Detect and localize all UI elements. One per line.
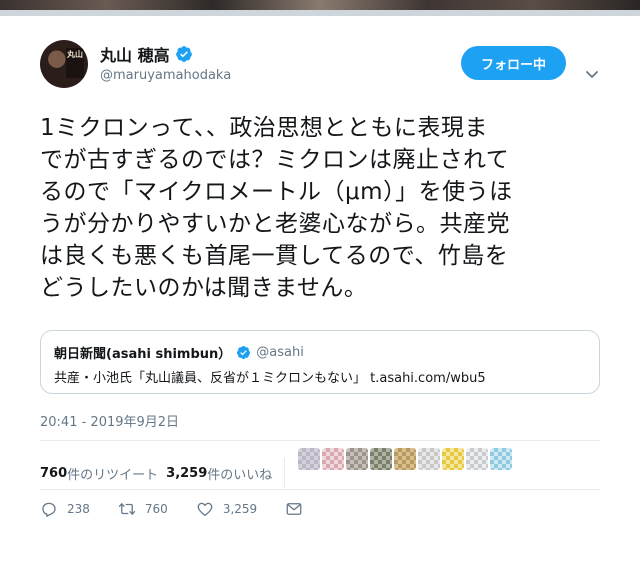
direct-message-button[interactable]	[285, 500, 312, 518]
liker-avatar[interactable]	[394, 448, 416, 470]
tweet-line: るので「マイクロメートル（μm）」を使うほ	[40, 179, 513, 205]
like-label[interactable]: 件のいいね	[207, 464, 272, 483]
quoted-author-handle: @asahi	[256, 345, 304, 360]
like-button[interactable]: 3,259	[196, 500, 257, 518]
reply-icon	[42, 502, 56, 517]
envelope-icon	[286, 503, 302, 515]
quoted-tweet-text: 共産・小池氏「丸山議員、反省が１ミクロンもない」 t.asahi.com/wbu…	[54, 371, 486, 386]
retweet-count: 760	[144, 502, 168, 516]
divider	[40, 489, 600, 490]
retweet-icon	[118, 503, 136, 515]
stats-separator	[284, 458, 286, 488]
liker-avatar[interactable]	[466, 448, 488, 470]
heart-icon	[197, 502, 213, 517]
liker-avatar[interactable]	[490, 448, 512, 470]
avatar[interactable]: 丸山	[40, 40, 88, 88]
author-handle[interactable]: @maruyamahodaka	[100, 68, 231, 83]
chevron-down-icon[interactable]	[584, 66, 600, 82]
engagement-stats: 760 件のリツイート 3,259 件のいいね	[40, 458, 295, 488]
retweet-count-stat[interactable]: 760	[40, 466, 67, 481]
liker-avatars	[298, 448, 514, 470]
verified-icon	[237, 345, 251, 360]
like-count: 3,259	[222, 502, 258, 516]
quoted-author-name: 朝日新聞(asahi shimbun）	[54, 347, 232, 362]
author-name[interactable]: 丸山 穂高	[100, 42, 170, 66]
tweet-line: は良くも悪くも首尾一貫してるので、竹島を	[40, 243, 509, 269]
following-button[interactable]: フォロー中	[461, 46, 566, 80]
liker-avatar[interactable]	[442, 448, 464, 470]
like-count-stat[interactable]: 3,259	[166, 466, 207, 481]
reply-count: 238	[67, 502, 90, 516]
quoted-tweet-header: 朝日新聞(asahi shimbun） @asahi	[54, 343, 304, 362]
liker-avatar[interactable]	[370, 448, 392, 470]
tweet-line: 1ミクロンって、、政治思想とともに表現ま	[40, 115, 488, 141]
tweet-line: どうしたいのかは聞きません。	[40, 275, 368, 301]
tweet-line: うが分かりやすいかと老婆心ながら。共産党	[40, 211, 510, 237]
liker-avatar[interactable]	[346, 448, 368, 470]
tweet-line: でが古すぎるのでは？ミクロンは廃止されて	[40, 147, 510, 173]
retweet-button[interactable]: 760	[118, 500, 168, 518]
divider	[40, 440, 600, 441]
verified-icon	[175, 46, 192, 62]
avatar-sign: 丸山	[66, 48, 84, 78]
liker-avatar[interactable]	[298, 448, 320, 470]
liker-avatar[interactable]	[322, 448, 344, 470]
tweet-text: 1ミクロンって、、政治思想とともに表現ま でが古すぎるのでは？ミクロンは廃止され…	[40, 112, 600, 304]
quoted-tweet[interactable]: 朝日新聞(asahi shimbun） @asahi 共産・小池氏「丸山議員、反…	[40, 330, 600, 394]
liker-avatar[interactable]	[418, 448, 440, 470]
action-bar: 238 760 3,259	[40, 500, 340, 518]
author-name-row[interactable]: 丸山 穂高	[100, 42, 193, 66]
tweet-timestamp[interactable]: 20:41 - 2019年9月2日	[40, 411, 179, 430]
reply-button[interactable]: 238	[40, 500, 90, 518]
retweet-label[interactable]: 件のリツイート	[67, 464, 158, 483]
